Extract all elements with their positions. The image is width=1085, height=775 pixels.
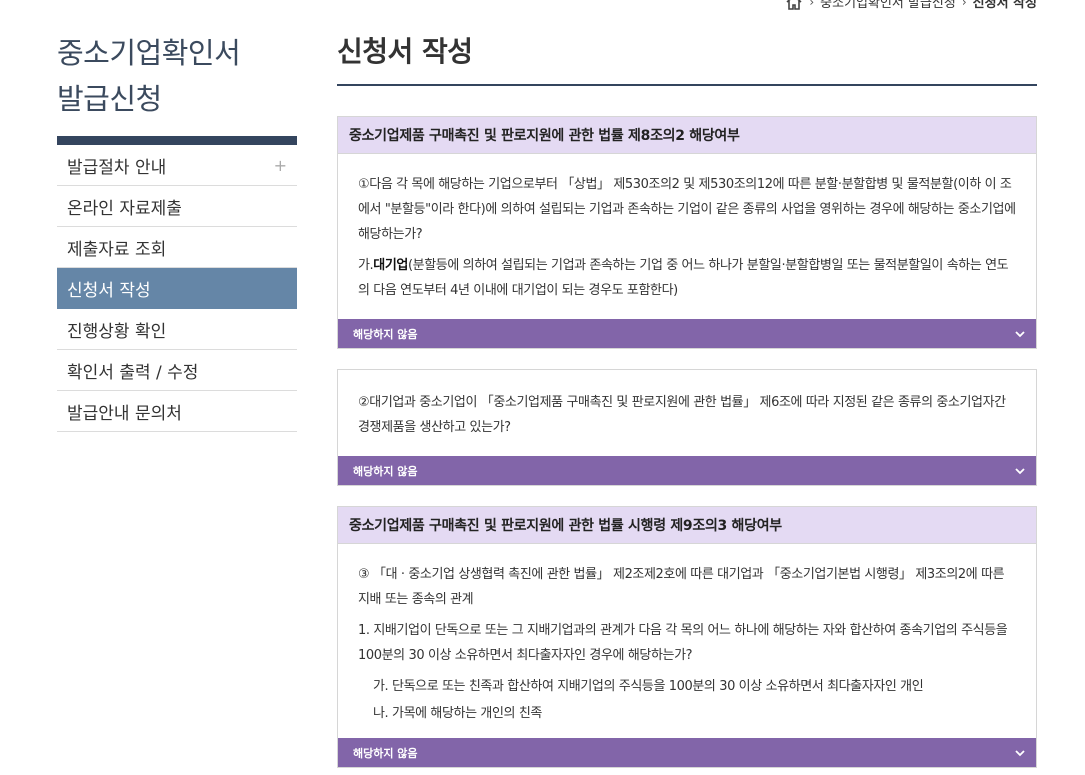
- question-body: ③ 「대 · 중소기업 상생협력 촉진에 관한 법률」 제2조제2호에 따른 대…: [338, 544, 1036, 738]
- main-content: 신청서 작성 중소기업제품 구매촉진 및 판로지원에 관한 법률 제8조의2 해…: [337, 30, 1037, 768]
- sidebar-item-label: 제출자료 조회: [67, 239, 167, 260]
- chevron-down-icon[interactable]: [1014, 328, 1026, 340]
- question-section-3: 중소기업제품 구매촉진 및 판로지원에 관한 법률 시행령 제9조의3 해당여부…: [337, 506, 1037, 768]
- sidebar-item-label: 확인서 출력 / 수정: [67, 362, 199, 383]
- question-section-1: 중소기업제품 구매촉진 및 판로지원에 관한 법률 제8조의2 해당여부 ①다음…: [337, 116, 1037, 349]
- answer-dropdown[interactable]: 해당하지 않음: [338, 738, 1036, 767]
- sidebar-title-line1: 중소기업확인서: [57, 36, 241, 70]
- sidebar-item-label: 신청서 작성: [67, 280, 151, 301]
- breadcrumb: › 중소기업확인서 발급신청 › 신청서 작성: [785, 0, 1037, 11]
- answer-dropdown[interactable]: 해당하지 않음: [338, 319, 1036, 348]
- sidebar-item-label: 발급절차 안내: [67, 157, 167, 178]
- sidebar-title: 중소기업확인서 발급신청: [57, 30, 297, 122]
- sidebar-menu: 발급절차 안내 + 온라인 자료제출 제출자료 조회 신청서 작성 진행상황 확…: [57, 145, 297, 432]
- section-header: 중소기업제품 구매촉진 및 판로지원에 관한 법률 제8조의2 해당여부: [338, 117, 1036, 154]
- subitem-bold: 대기업: [373, 258, 408, 273]
- question-text: ①다음 각 목에 해당하는 기업으로부터 「상법」 제530조의2 및 제530…: [358, 177, 1016, 242]
- subitem-prefix: 가.: [358, 258, 374, 273]
- breadcrumb-item[interactable]: 중소기업확인서 발급신청: [820, 0, 956, 11]
- sidebar-title-line2: 발급신청: [57, 82, 162, 116]
- question-body: ②대기업과 중소기업이 「중소기업제품 구매촉진 및 판로지원에 관한 법률」 …: [338, 370, 1036, 456]
- sidebar: 중소기업확인서 발급신청 발급절차 안내 + 온라인 자료제출 제출자료 조회 …: [57, 30, 297, 432]
- sidebar-item-submission-lookup[interactable]: 제출자료 조회: [57, 227, 297, 268]
- chevron-down-icon[interactable]: [1014, 747, 1026, 759]
- sidebar-item-label: 진행상황 확인: [67, 321, 167, 342]
- question-item: 1. 지배기업이 단독으로 또는 그 지배기업과의 관계가 다음 각 목의 어느…: [358, 623, 1008, 663]
- question-body: ①다음 각 목에 해당하는 기업으로부터 「상법」 제530조의2 및 제530…: [338, 154, 1036, 319]
- sidebar-item-certificate-print[interactable]: 확인서 출력 / 수정: [57, 350, 297, 391]
- question-section-2: ②대기업과 중소기업이 「중소기업제품 구매촉진 및 판로지원에 관한 법률」 …: [337, 369, 1037, 486]
- answer-value: 해당하지 않음: [353, 746, 418, 760]
- sidebar-item-label: 발급안내 문의처: [67, 403, 182, 424]
- question-text: ②대기업과 중소기업이 「중소기업제품 구매촉진 및 판로지원에 관한 법률」 …: [358, 395, 1006, 435]
- chevron-right-icon: ›: [809, 0, 815, 9]
- answer-value: 해당하지 않음: [353, 327, 418, 341]
- plus-icon[interactable]: +: [274, 156, 287, 175]
- chevron-down-icon[interactable]: [1014, 465, 1026, 477]
- sidebar-item-progress-check[interactable]: 진행상황 확인: [57, 309, 297, 350]
- subitem-text: (분할등에 의하여 설립되는 기업과 존속하는 기업 중 어느 하나가 분할일·…: [358, 258, 1009, 298]
- section-header: 중소기업제품 구매촉진 및 판로지원에 관한 법률 시행령 제9조의3 해당여부: [338, 507, 1036, 544]
- home-icon[interactable]: [785, 0, 803, 10]
- sidebar-item-application-form[interactable]: 신청서 작성: [57, 268, 297, 309]
- page-title: 신청서 작성: [337, 30, 1037, 86]
- answer-value: 해당하지 않음: [353, 464, 418, 478]
- answer-dropdown[interactable]: 해당하지 않음: [338, 456, 1036, 485]
- question-subitem: 나. 가목에 해당하는 개인의 친족: [373, 706, 542, 721]
- question-subitem: 가. 단독으로 또는 친족과 합산하여 지배기업의 주식등을 100분의 30 …: [373, 679, 924, 694]
- question-text: ③ 「대 · 중소기업 상생협력 촉진에 관한 법률」 제2조제2호에 따른 대…: [358, 567, 1005, 607]
- sidebar-item-online-submission[interactable]: 온라인 자료제출: [57, 186, 297, 227]
- sidebar-item-contact[interactable]: 발급안내 문의처: [57, 391, 297, 432]
- sidebar-item-issuance-guide[interactable]: 발급절차 안내 +: [57, 145, 297, 186]
- breadcrumb-current: 신청서 작성: [972, 0, 1037, 11]
- sidebar-divider: [57, 136, 297, 145]
- chevron-right-icon: ›: [961, 0, 967, 9]
- sidebar-item-label: 온라인 자료제출: [67, 198, 182, 219]
- question-subitem: 가.대기업(분할등에 의하여 설립되는 기업과 존속하는 기업 중 어느 하나가…: [358, 253, 1016, 303]
